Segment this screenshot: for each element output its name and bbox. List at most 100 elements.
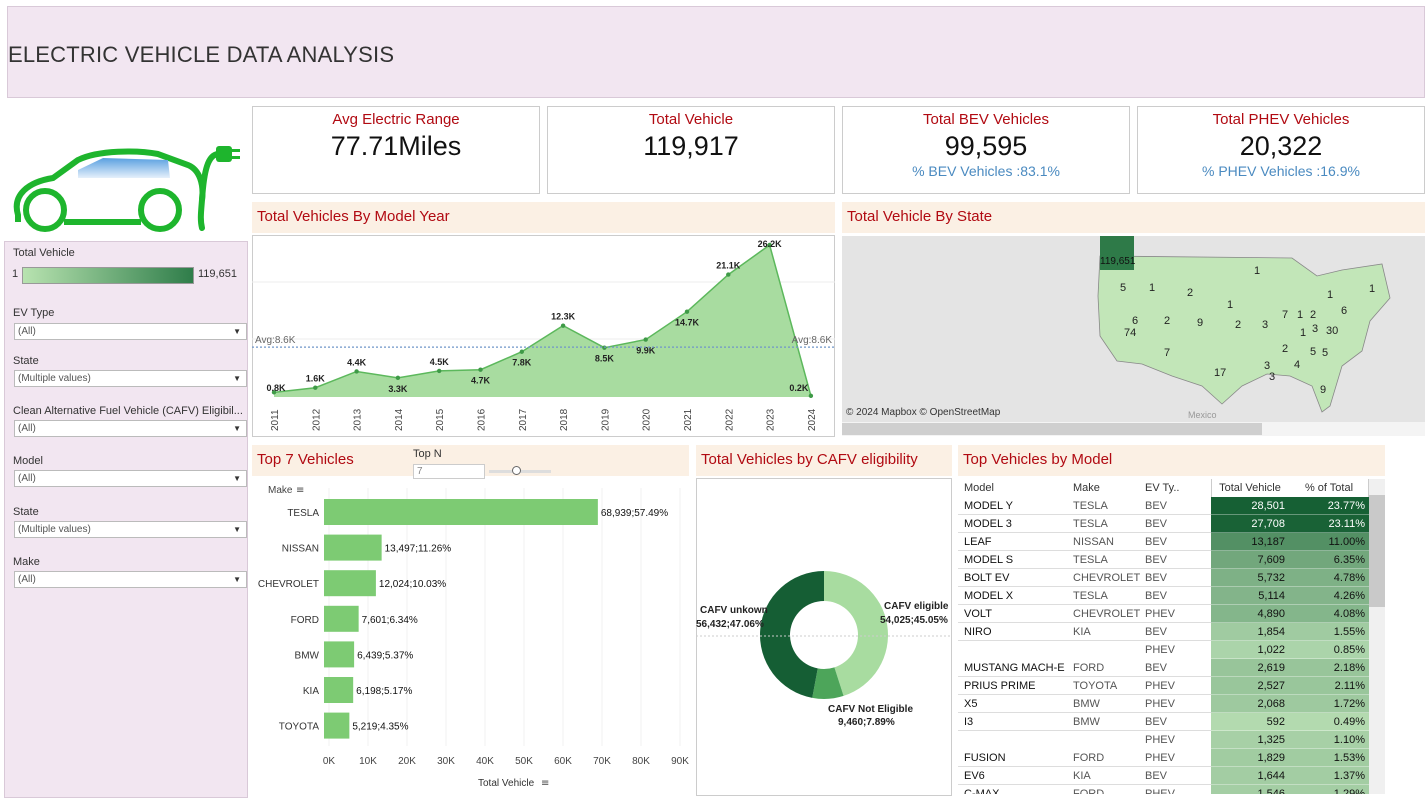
table-cell: 1,644: [1257, 770, 1285, 782]
data-point: [478, 367, 483, 372]
state-value-label: 5: [1322, 347, 1328, 359]
category-label: NISSAN: [282, 544, 319, 555]
dashboard-title: ELECTRIC VEHICLE DATA ANALYSIS: [8, 42, 395, 67]
table-cell: BEV: [1145, 572, 1168, 584]
x-tick-label: 50K: [515, 756, 533, 767]
table-cell: 2.18%: [1333, 662, 1365, 674]
state-value-label: 9: [1320, 384, 1326, 396]
chevron-down-icon: ▼: [233, 474, 241, 483]
model-table: Model Make EV Ty.. Total Vehicle% of Total M…: [958, 479, 1385, 794]
bar: [324, 641, 355, 668]
chevron-down-icon: ▼: [233, 374, 241, 383]
state-value-label: 2: [1310, 309, 1316, 321]
kpi-value: 20,322: [1239, 131, 1323, 161]
kpi-label: Total Vehicle: [648, 111, 734, 128]
table-cell: 1,325: [1257, 734, 1285, 746]
x-tick-label: 2020: [642, 408, 653, 431]
x-tick-label: 2015: [435, 408, 446, 431]
kpi-bev: Total BEV Vehicles 99,595 % BEV Vehicles…: [842, 106, 1130, 194]
top-n-slider-handle[interactable]: [512, 466, 521, 475]
table-cell: KIA: [1073, 626, 1091, 638]
filter-model[interactable]: (All) ▼: [14, 470, 247, 487]
x-tick-label: 2018: [559, 408, 570, 431]
country-label: Mexico: [1188, 410, 1217, 420]
table-cell: TESLA: [1073, 554, 1108, 566]
filter-state[interactable]: (Multiple values) ▼: [14, 370, 247, 387]
state-map[interactable]: © 2024 Mapbox © OpenStreetMap Mexico 119,6…: [842, 236, 1425, 436]
table-cell: 1.37%: [1333, 770, 1365, 782]
state-value-label: 9: [1197, 317, 1203, 329]
state-value-label: 3: [1262, 319, 1268, 331]
x-tick-label: 70K: [593, 756, 611, 767]
table-cell: PHEV: [1145, 788, 1175, 794]
kpi-total-vehicle: Total Vehicle 119,917: [547, 106, 835, 194]
kpi-label: Avg Electric Range: [332, 111, 460, 128]
table-cell: 6.35%: [1333, 554, 1365, 566]
state-value-label: 6: [1132, 315, 1138, 327]
table-cell: FUSION: [964, 752, 1006, 764]
data-point: [395, 375, 401, 381]
table-cell: 4.26%: [1333, 590, 1365, 602]
table-cell: BEV: [1145, 536, 1168, 548]
table-cell: MODEL Y: [964, 500, 1013, 512]
table-cell: 13,187: [1251, 536, 1285, 548]
sort-icon: ≡: [296, 485, 304, 496]
table-header[interactable]: Model: [964, 479, 1064, 497]
table-cell: PHEV: [1145, 608, 1175, 620]
y-axis-title: Make: [268, 485, 293, 496]
table-cell: NIRO: [964, 626, 992, 638]
table-cell: CHEVROLET: [1073, 572, 1141, 584]
filter-ev-type[interactable]: (All) ▼: [14, 323, 247, 340]
state-value-label: 3: [1269, 371, 1275, 383]
category-label: FORD: [291, 615, 319, 626]
table-cell: PHEV: [1145, 680, 1175, 692]
kpi-phev: Total PHEV Vehicles 20,322 % PHEV Vehicl…: [1137, 106, 1425, 194]
table-cell: BEV: [1145, 716, 1168, 728]
chevron-down-icon: ▼: [233, 525, 241, 534]
slice-label: 56,432;47.06%: [696, 619, 764, 630]
data-point: [560, 323, 566, 328]
filter-cafv[interactable]: (All) ▼: [14, 420, 247, 437]
x-tick-label: 90K: [671, 756, 689, 767]
table-cell: BEV: [1145, 770, 1168, 782]
state-value-label: 2: [1164, 315, 1170, 327]
table-header[interactable]: EV Ty..: [1145, 479, 1205, 497]
chevron-down-icon: ▼: [233, 327, 241, 336]
table-cell: PRIUS PRIME: [964, 680, 1036, 692]
slice-name: CAFV eligible: [884, 601, 949, 612]
data-label: 0.2K: [789, 383, 809, 393]
top-n-input[interactable]: 7: [413, 464, 485, 479]
table-cell: PHEV: [1145, 734, 1175, 746]
state-value-label: 5: [1310, 346, 1316, 358]
table-cell: TESLA: [1073, 590, 1108, 602]
map-scrollbar-thumb: [842, 423, 1262, 435]
table-cell: 2,527: [1257, 680, 1285, 692]
filter-state-2[interactable]: (Multiple values) ▼: [14, 521, 247, 538]
table-header[interactable]: Make: [1073, 479, 1143, 497]
data-label: 7.8K: [512, 358, 532, 368]
table-cell: PHEV: [1145, 644, 1175, 656]
table-scrollbar-thumb[interactable]: [1369, 495, 1385, 607]
panel-title-state: Total Vehicle By State: [842, 202, 1425, 233]
data-point: [643, 337, 648, 342]
state-value-label: 7: [1164, 347, 1170, 359]
table-cell: 23.11%: [1328, 518, 1366, 530]
table-cell: TESLA: [1073, 500, 1108, 512]
x-tick-label: 2019: [600, 408, 611, 431]
table-cell: 4,890: [1257, 608, 1285, 620]
table-cell: BEV: [1145, 518, 1168, 530]
x-tick-label: 40K: [476, 756, 494, 767]
table-cell: FORD: [1073, 662, 1105, 674]
color-legend-bar: [22, 267, 194, 284]
filter-make[interactable]: (All) ▼: [14, 571, 247, 588]
state-value-label: 1: [1254, 265, 1260, 277]
bar-label: 6,439;5.37%: [357, 650, 413, 661]
table-cell: BMW: [1073, 698, 1100, 710]
state-value-label: 4: [1294, 359, 1300, 371]
bar-label: 5,219;4.35%: [352, 722, 408, 733]
data-point: [519, 349, 524, 354]
bar-label: 68,939;57.49%: [601, 508, 668, 519]
bar-label: 6,198;5.17%: [356, 686, 412, 697]
data-point: [684, 309, 690, 314]
donut-slice: [760, 571, 824, 698]
